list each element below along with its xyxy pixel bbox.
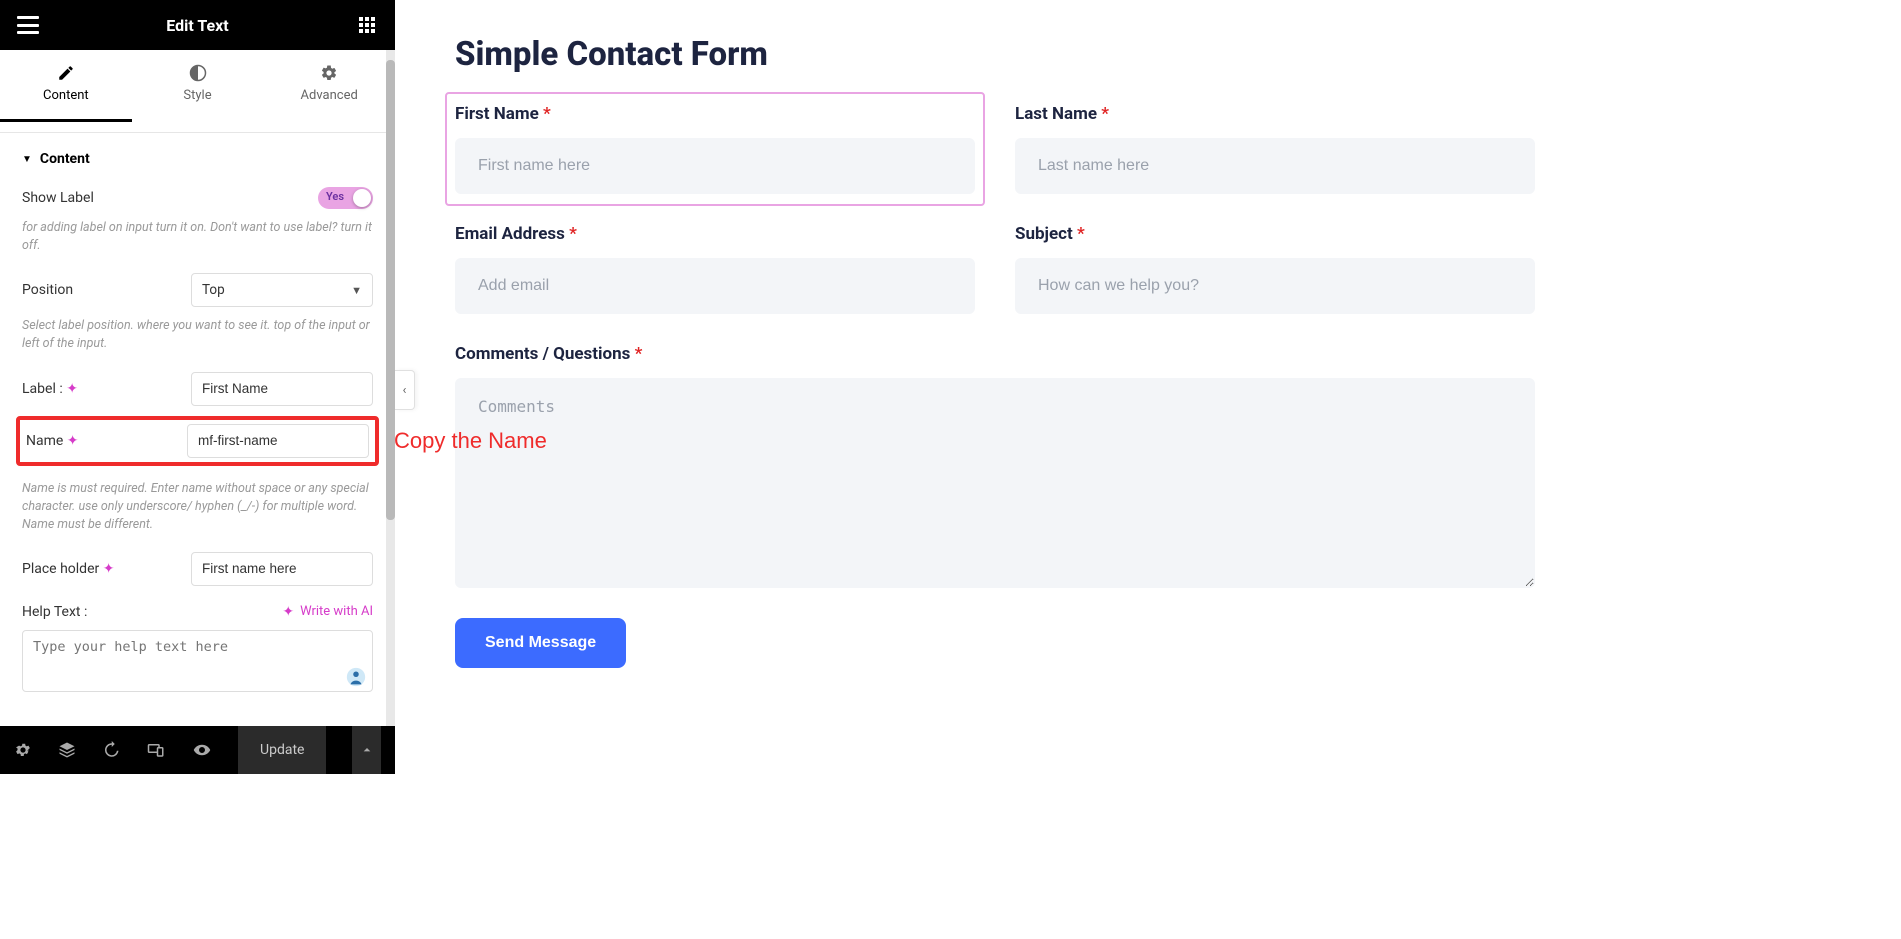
preview-icon[interactable] xyxy=(192,740,212,760)
responsive-icon[interactable] xyxy=(146,740,166,760)
sparkle-icon: ✦ xyxy=(282,604,294,620)
panel-title: Edit Text xyxy=(42,16,353,35)
apps-grid-icon[interactable] xyxy=(353,11,381,39)
panel-bottom-bar: Update xyxy=(0,726,395,774)
position-select[interactable]: Top ▼ xyxy=(191,273,373,307)
tab-style[interactable]: Style xyxy=(132,50,264,132)
sparkle-icon[interactable]: ✦ xyxy=(66,381,78,397)
placeholder-field-label: Place holder ✦ xyxy=(22,561,114,577)
email-label: Email Address * xyxy=(455,224,975,244)
caret-down-icon: ▼ xyxy=(22,154,32,165)
show-label-label: Show Label xyxy=(22,190,94,206)
panel-collapse-handle[interactable]: ‹ xyxy=(395,370,415,410)
form-title: Simple Contact Form xyxy=(455,35,1841,74)
name-help: Name is must required. Enter name withou… xyxy=(22,480,373,534)
comments-textarea[interactable] xyxy=(455,378,1535,588)
show-label-toggle[interactable]: Yes xyxy=(318,187,373,209)
subject-label: Subject * xyxy=(1015,224,1535,244)
comments-label: Comments / Questions * xyxy=(455,344,1535,364)
helptext-label: Help Text : xyxy=(22,604,87,620)
first-name-label: First Name * xyxy=(455,104,975,124)
send-message-button[interactable]: Send Message xyxy=(455,618,626,668)
pencil-icon xyxy=(57,64,75,82)
panel-tabs: Content Style Advanced xyxy=(0,50,395,133)
field-comments[interactable]: Comments / Questions * xyxy=(455,344,1535,592)
last-name-input[interactable] xyxy=(1015,138,1535,194)
tab-content-label: Content xyxy=(43,88,89,103)
write-with-ai-link[interactable]: ✦Write with AI xyxy=(282,604,373,620)
panel-scroll[interactable]: ▼ Content Show Label Yes for adding labe… xyxy=(0,133,395,774)
name-field-label: Name ✦ xyxy=(26,433,79,449)
settings-icon[interactable] xyxy=(14,740,32,760)
last-name-label: Last Name * xyxy=(1015,104,1535,124)
preview-canvas: Simple Contact Form First Name * Last Na… xyxy=(395,0,1901,774)
tab-advanced-label: Advanced xyxy=(301,88,358,103)
email-input[interactable] xyxy=(455,258,975,314)
editor-panel: Edit Text Content Style Advanced ▼ xyxy=(0,0,395,774)
section-heading[interactable]: ▼ Content xyxy=(22,151,373,167)
label-field-label: Label : ✦ xyxy=(22,381,78,397)
field-first-name[interactable]: First Name * xyxy=(445,92,985,206)
contrast-icon xyxy=(189,64,207,82)
history-icon[interactable] xyxy=(102,740,120,760)
sparkle-icon[interactable]: ✦ xyxy=(67,433,79,449)
show-label-help: for adding label on input turn it on. Do… xyxy=(22,219,373,255)
scrollbar-thumb[interactable] xyxy=(386,60,395,520)
subject-input[interactable] xyxy=(1015,258,1535,314)
tab-content[interactable]: Content xyxy=(0,50,132,132)
collapse-up-icon[interactable] xyxy=(352,726,381,774)
position-help: Select label position. where you want to… xyxy=(22,317,373,353)
placeholder-input[interactable] xyxy=(191,552,373,586)
name-input[interactable] xyxy=(187,424,369,458)
tab-style-label: Style xyxy=(183,88,211,103)
tab-advanced[interactable]: Advanced xyxy=(263,50,395,132)
layers-icon[interactable] xyxy=(58,740,76,760)
update-button[interactable]: Update xyxy=(238,726,326,774)
field-subject[interactable]: Subject * xyxy=(1015,224,1535,314)
field-last-name[interactable]: Last Name * xyxy=(1015,104,1535,194)
assistant-icon[interactable] xyxy=(345,666,367,692)
hamburger-icon[interactable] xyxy=(14,11,42,39)
name-field-highlight: Name ✦ xyxy=(16,416,379,466)
position-label: Position xyxy=(22,282,73,298)
panel-header: Edit Text xyxy=(0,0,395,50)
gear-icon xyxy=(320,64,338,82)
chevron-down-icon: ▼ xyxy=(351,284,362,297)
field-email[interactable]: Email Address * xyxy=(455,224,975,314)
helptext-textarea[interactable] xyxy=(22,630,373,692)
first-name-input[interactable] xyxy=(455,138,975,194)
sparkle-icon[interactable]: ✦ xyxy=(103,561,115,577)
annotation-copy-the-name: Copy the Name xyxy=(394,428,547,454)
label-input[interactable] xyxy=(191,372,373,406)
